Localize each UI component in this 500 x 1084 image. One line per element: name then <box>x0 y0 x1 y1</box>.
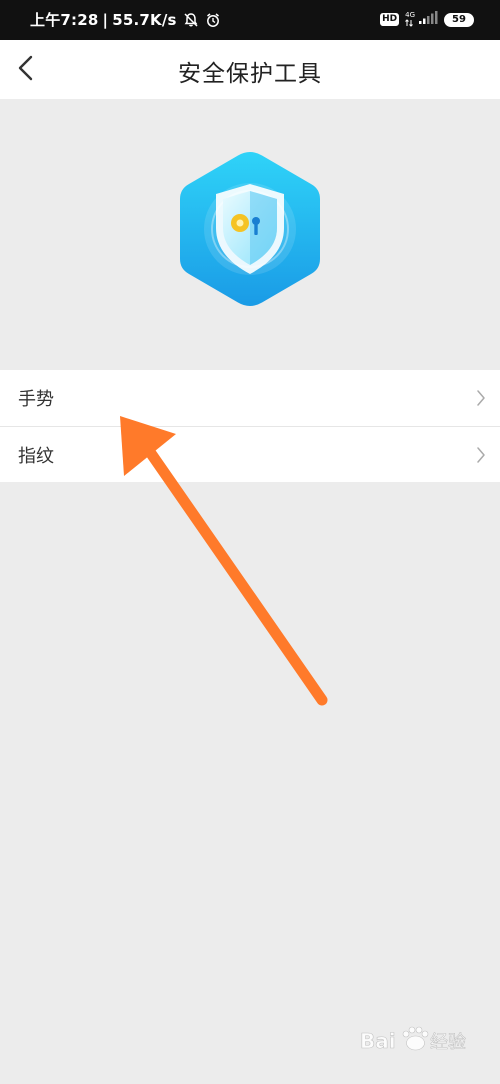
list-item-gesture[interactable]: 手势 <box>0 370 500 426</box>
baidu-jingyan-watermark: Bai 经验 <box>360 1024 480 1058</box>
nav-bar: 安全保护工具 <box>0 40 500 99</box>
hd-badge: HD <box>380 13 400 26</box>
list-item-label: 指纹 <box>18 445 54 467</box>
mute-bell-icon <box>183 12 199 28</box>
app-screen: 上午7:28 | 55.7K/s HD 4G 59 安全保护工具 手势 指纹 B… <box>0 0 500 1084</box>
network-label: 4G <box>405 10 415 19</box>
list-item-fingerprint[interactable]: 指纹 <box>0 426 500 482</box>
battery-indicator: 59 <box>444 12 474 27</box>
svg-text:经验: 经验 <box>430 1032 466 1053</box>
network-indicator: 4G <box>405 11 415 29</box>
status-speed: 55.7K/s <box>112 10 177 29</box>
status-left: 上午7:28 | 55.7K/s <box>30 9 221 30</box>
status-right: HD 4G 59 <box>380 10 474 29</box>
status-time: 上午7:28 <box>30 11 99 29</box>
list-item-label: 手势 <box>18 389 54 410</box>
alarm-clock-icon <box>205 12 221 28</box>
signal-icon <box>418 10 438 29</box>
status-separator: | <box>102 10 109 29</box>
svg-text:Bai: Bai <box>360 1029 396 1053</box>
chevron-right-icon <box>476 389 486 407</box>
security-hero <box>176 148 324 310</box>
shield-key-icon <box>176 152 324 314</box>
chevron-right-icon <box>476 446 486 464</box>
status-bar: 上午7:28 | 55.7K/s HD 4G 59 <box>0 0 500 40</box>
settings-list: 手势 指纹 <box>0 370 500 482</box>
page-title: 安全保护工具 <box>178 61 322 87</box>
data-arrows-icon <box>405 18 413 29</box>
